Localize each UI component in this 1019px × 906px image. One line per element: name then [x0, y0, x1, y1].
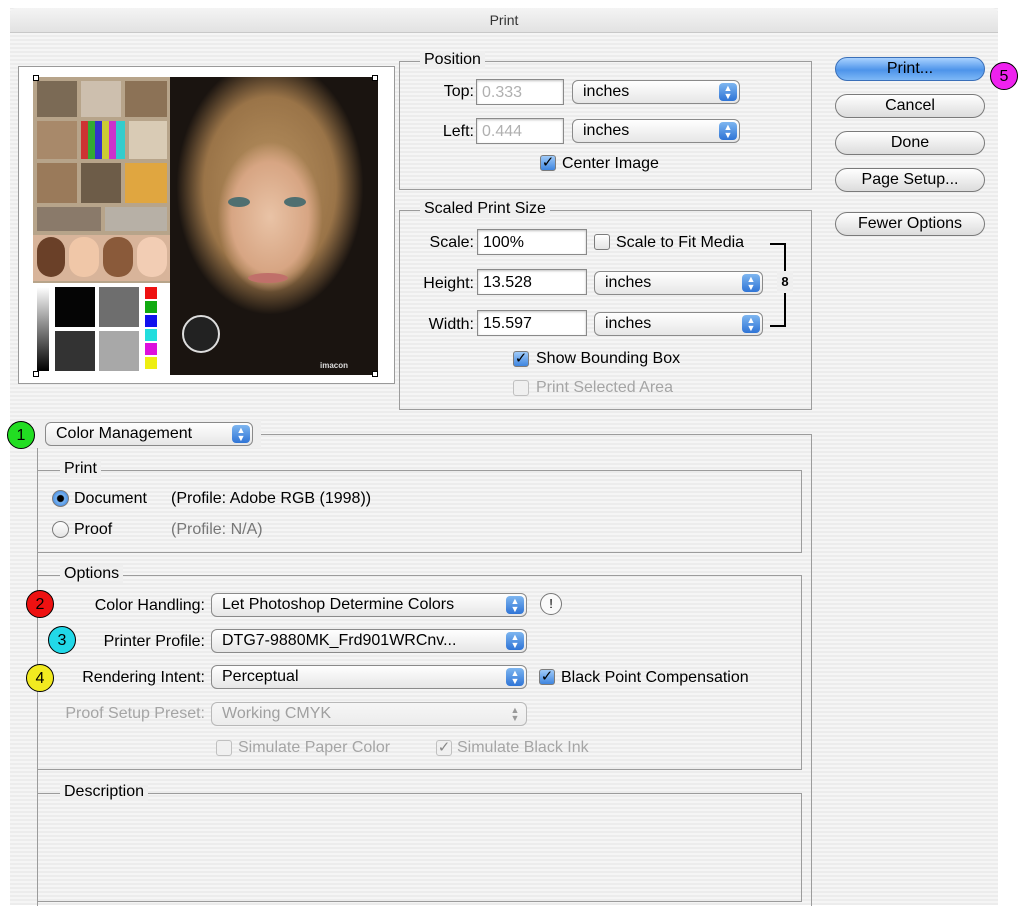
- rendering-intent-label: Rendering Intent:: [82, 669, 205, 686]
- simulate-paper-color-label: Simulate Paper Color: [238, 739, 391, 756]
- warning-icon[interactable]: !: [540, 593, 562, 615]
- document-profile: (Profile: Adobe RGB (1998)): [171, 490, 372, 507]
- print-source-label: Print: [60, 460, 101, 478]
- height-label: Height:: [423, 275, 474, 292]
- popup-arrows-icon: ▲ ▼: [506, 596, 524, 614]
- proof-setup-value: Working CMYK: [222, 705, 332, 722]
- popup-arrows-icon: ▲ ▼: [506, 632, 524, 650]
- badge-4: 4: [26, 664, 54, 692]
- popup-arrows-icon: ▲ ▼: [510, 705, 520, 723]
- top-field[interactable]: 0.333: [476, 79, 564, 105]
- window-title: Print: [10, 8, 998, 33]
- popup-arrows-icon: ▲ ▼: [719, 122, 737, 140]
- print-selected-area-label: Print Selected Area: [536, 379, 673, 396]
- done-button[interactable]: Done: [835, 131, 985, 155]
- center-image-checkbox[interactable]: ✓: [540, 155, 556, 171]
- left-field[interactable]: 0.444: [476, 118, 564, 144]
- simulate-black-ink-label: Simulate Black Ink: [457, 739, 589, 756]
- width-unit-value: inches: [605, 315, 652, 332]
- print-preview: imacon: [18, 66, 395, 384]
- section-popup-value: Color Management: [56, 425, 193, 442]
- print-selected-area-checkbox[interactable]: [513, 380, 529, 396]
- left-label: Left:: [442, 123, 474, 140]
- top-label: Top:: [443, 83, 474, 100]
- description-group: [37, 793, 802, 902]
- rendering-intent-value: Perceptual: [222, 668, 299, 685]
- printer-profile-value: DTG7-9880MK_Frd901WRCnv...: [222, 632, 457, 649]
- portrait: imacon: [170, 77, 378, 375]
- width-field[interactable]: 15.597: [477, 310, 587, 336]
- simulate-paper-color-checkbox[interactable]: [216, 740, 232, 756]
- popup-arrows-icon: ▲ ▼: [719, 83, 737, 101]
- height-unit-value: inches: [605, 274, 652, 291]
- collage-panel: [33, 77, 170, 375]
- height-unit-popup[interactable]: inches ▲ ▼: [594, 271, 763, 295]
- left-unit-popup[interactable]: inches ▲ ▼: [572, 119, 740, 143]
- show-bounding-box-label: Show Bounding Box: [536, 350, 681, 367]
- height-field[interactable]: 13.528: [477, 269, 587, 295]
- width-label: Width:: [428, 316, 474, 333]
- position-group-label: Position: [420, 51, 485, 69]
- chain-link-icon[interactable]: 8: [777, 271, 793, 293]
- proof-profile: (Profile: N/A): [171, 521, 263, 538]
- proof-setup-popup[interactable]: Working CMYK ▲ ▼: [211, 702, 527, 726]
- description-label: Description: [60, 783, 149, 801]
- badge-3: 3: [48, 626, 76, 654]
- color-handling-popup[interactable]: Let Photoshop Determine Colors ▲ ▼: [211, 593, 527, 617]
- section-popup[interactable]: Color Management ▲ ▼: [45, 422, 253, 446]
- badge-1: 1: [7, 421, 35, 449]
- gray-patches: [33, 283, 170, 375]
- page-setup-button[interactable]: Page Setup...: [835, 168, 985, 192]
- badge-5: 5: [990, 62, 1018, 90]
- print-source-group: [37, 470, 802, 553]
- imacon-logo: imacon: [320, 361, 349, 370]
- popup-arrows-icon: ▲ ▼: [742, 315, 760, 333]
- scale-to-fit-checkbox[interactable]: [594, 234, 610, 250]
- black-point-compensation-label: Black Point Compensation: [561, 669, 749, 686]
- document-radio[interactable]: [52, 490, 69, 507]
- print-button[interactable]: Print...: [835, 57, 985, 81]
- proof-label: Proof: [74, 521, 113, 538]
- cancel-button[interactable]: Cancel: [835, 94, 985, 118]
- top-unit-popup[interactable]: inches ▲ ▼: [572, 80, 740, 104]
- color-checker: [81, 121, 125, 159]
- black-point-compensation-checkbox[interactable]: ✓: [539, 669, 555, 685]
- popup-arrows-icon: ▲ ▼: [232, 425, 250, 443]
- color-handling-value: Let Photoshop Determine Colors: [222, 596, 455, 613]
- left-unit-value: inches: [583, 122, 630, 139]
- center-image-label: Center Image: [562, 155, 659, 172]
- printer-profile-popup[interactable]: DTG7-9880MK_Frd901WRCnv... ▲ ▼: [211, 629, 527, 653]
- scale-field[interactable]: 100%: [477, 229, 587, 255]
- seal-logo: [182, 315, 220, 353]
- options-label: Options: [60, 565, 124, 583]
- show-bounding-box-checkbox[interactable]: ✓: [513, 351, 529, 367]
- proof-radio[interactable]: [52, 521, 69, 538]
- proof-setup-label: Proof Setup Preset:: [65, 705, 205, 722]
- fewer-options-button[interactable]: Fewer Options: [835, 212, 985, 236]
- popup-arrows-icon: ▲ ▼: [506, 668, 524, 686]
- top-unit-value: inches: [583, 83, 630, 100]
- color-handling-label: Color Handling:: [94, 597, 205, 614]
- scale-label: Scale:: [429, 234, 474, 251]
- popup-arrows-icon: ▲ ▼: [742, 274, 760, 292]
- scaled-print-size-label: Scaled Print Size: [420, 200, 550, 218]
- rendering-intent-popup[interactable]: Perceptual ▲ ▼: [211, 665, 527, 689]
- scale-to-fit-label: Scale to Fit Media: [616, 234, 745, 251]
- width-unit-popup[interactable]: inches ▲ ▼: [594, 312, 763, 336]
- document-label: Document: [74, 490, 147, 507]
- simulate-black-ink-checkbox[interactable]: ✓: [436, 740, 452, 756]
- badge-2: 2: [26, 590, 54, 618]
- preview-image: imacon: [33, 77, 378, 375]
